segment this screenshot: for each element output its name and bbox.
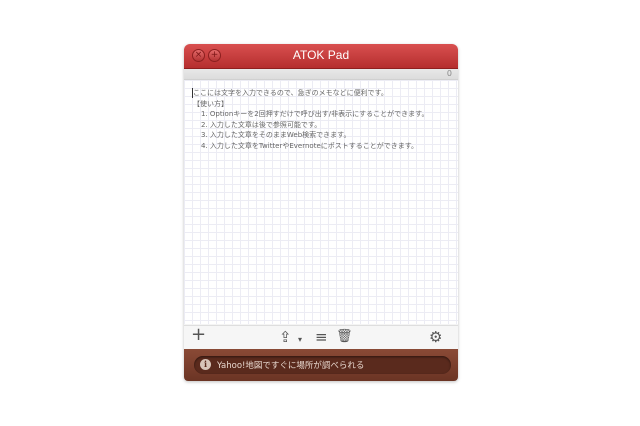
note-text[interactable]: ここには文字を入力できるので、急ぎのメモなどに便利です。 【使い方】 1. Op…: [193, 88, 455, 151]
title-bar[interactable]: × + ATOK Pad: [184, 44, 458, 69]
note-line: 【使い方】: [193, 99, 228, 108]
note-line: 1. Optionキーを2回押すだけで呼び出す/非表示にすることができます。: [201, 110, 429, 118]
share-dropdown-icon[interactable]: ▾: [298, 332, 302, 348]
list-icon[interactable]: ≡: [315, 329, 328, 345]
atok-pad-window: × + ATOK Pad 0 ここには文字を入力できるので、急ぎのメモなどに便利…: [184, 44, 458, 381]
status-bar: i Yahoo!地図ですぐに場所が調べられる: [184, 349, 458, 381]
note-line: 4. 入力した文章をTwitterやEvernoteにポストすることができます。: [201, 141, 419, 150]
note-line: 2. 入力した文章は後で参照可能です。: [201, 120, 322, 129]
window-title: ATOK Pad: [292, 48, 350, 62]
status-message-pill[interactable]: i Yahoo!地図ですぐに場所が調べられる: [194, 356, 451, 374]
note-line: 3. 入力した文章をそのままWeb検索できます。: [201, 131, 351, 139]
trash-icon[interactable]: 🗑: [336, 329, 353, 345]
info-strip: 0: [184, 69, 458, 80]
status-message: Yahoo!地図ですぐに場所が調べられる: [217, 361, 365, 371]
info-icon: i: [200, 359, 211, 370]
gear-icon[interactable]: ⚙: [429, 329, 442, 345]
bottom-toolbar: + ⇪ ▾ ≡ 🗑 ⚙: [184, 325, 458, 350]
note-line: ここには文字を入力できるので、急ぎのメモなどに便利です。: [193, 89, 388, 97]
add-icon[interactable]: +: [191, 326, 206, 344]
share-icon[interactable]: ⇪: [279, 329, 292, 345]
note-editor[interactable]: ここには文字を入力できるので、急ぎのメモなどに便利です。 【使い方】 1. Op…: [184, 80, 458, 324]
character-count: 0: [446, 69, 452, 78]
